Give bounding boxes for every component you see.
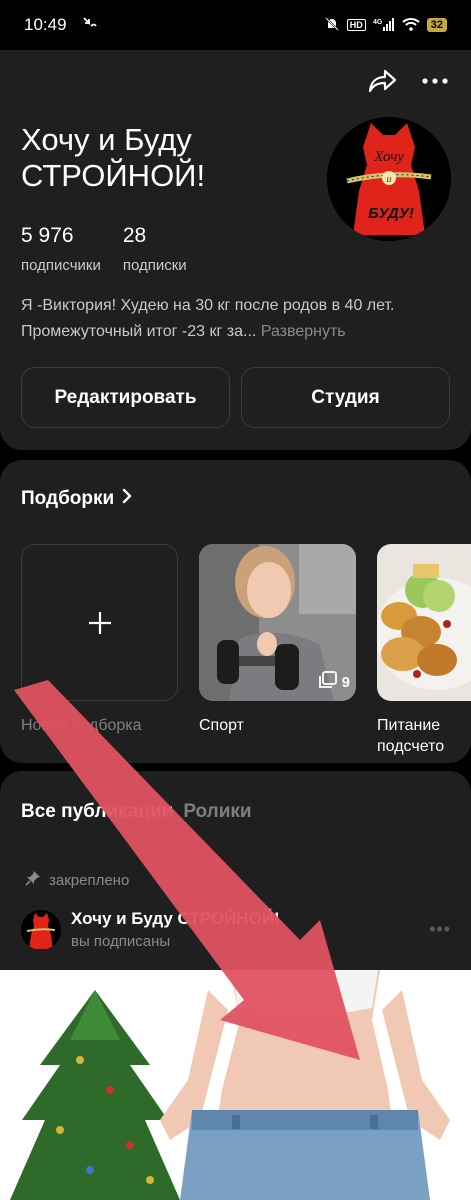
publications-tabs: Все публикации Ролики [21,801,252,823]
subscriptions-label: подписки [122,257,187,274]
collection-nutrition[interactable]: Питание подсчето [377,544,471,757]
post-more-icon[interactable]: ••• [429,919,451,940]
collection-label: Спорт [199,717,244,734]
stack-icon [318,671,338,693]
collection-thumbnail: 9 [199,544,356,701]
pinned-indicator: закреплено [25,870,129,890]
collections-title: Подборки [21,488,115,509]
post-author-avatar[interactable] [21,909,61,950]
post-header: Хочу и Буду СТРОЙНОЙ! вы подписаны ••• [21,909,451,950]
profile-title: Хочу и Буду СТРОЙНОЙ! [21,122,206,193]
collection-sport[interactable]: 9 Спорт [199,544,356,736]
svg-text:и: и [387,174,392,185]
profile-avatar[interactable]: Хочу и БУДУ! [327,117,451,241]
collections-header[interactable]: Подборки [21,488,132,510]
studio-button[interactable]: Студия [241,367,450,428]
more-options-icon[interactable] [421,77,449,85]
publications-card: Все публикации Ролики закреплено Хочу и … [0,771,471,1200]
status-bar: 10:49 HD 4G 32 [0,0,471,50]
edit-profile-button[interactable]: Редактировать [21,367,230,428]
signal-icon: 4G [373,17,395,34]
profile-stats: 5 976 подписчики 28 подписки [21,224,187,274]
post-image[interactable] [0,970,471,1200]
new-collection-tile[interactable]: Новая подборка [21,544,178,736]
subscribers-stat[interactable]: 5 976 подписчики [21,224,101,274]
expand-bio-link[interactable]: Развернуть [261,323,346,340]
collection-label: Питание подсчето [377,717,445,755]
svg-text:4G: 4G [373,19,383,26]
post-author-name[interactable]: Хочу и Буду СТРОЙНОЙ! [71,909,280,929]
battery-indicator: 32 [426,18,447,32]
subscribers-count: 5 976 [21,224,74,247]
collection-thumbnail [377,544,471,701]
svg-text:Хочу: Хочу [373,149,404,165]
subscriptions-count: 28 [122,224,147,247]
collections-card: Подборки Новая подборка 9 Спорт Питание … [0,460,471,763]
profile-card: Хочу и Буду СТРОЙНОЙ! Хочу и БУДУ! 5 976… [0,50,471,450]
share-icon[interactable] [367,68,397,94]
missed-call-icon [81,15,97,36]
mute-icon [324,16,340,35]
subscribers-label: подписчики [21,257,101,274]
tab-all-publications[interactable]: Все публикации [21,801,173,823]
plus-icon [87,603,113,643]
subscription-status: вы подписаны [71,933,171,950]
wifi-icon [402,17,420,34]
chevron-right-icon [122,488,132,510]
subscriptions-stat[interactable]: 28 подписки [123,224,187,274]
tab-reels[interactable]: Ролики [183,801,251,823]
collection-label: Новая подборка [21,717,142,734]
svg-text:БУДУ!: БУДУ! [368,205,414,222]
status-time: 10:49 [24,15,67,34]
pin-icon [25,870,41,890]
hd-badge: HD [346,19,366,31]
profile-bio: Я -Виктория! Худею на 30 кг после родов … [21,293,451,345]
collection-count: 9 [318,671,350,693]
